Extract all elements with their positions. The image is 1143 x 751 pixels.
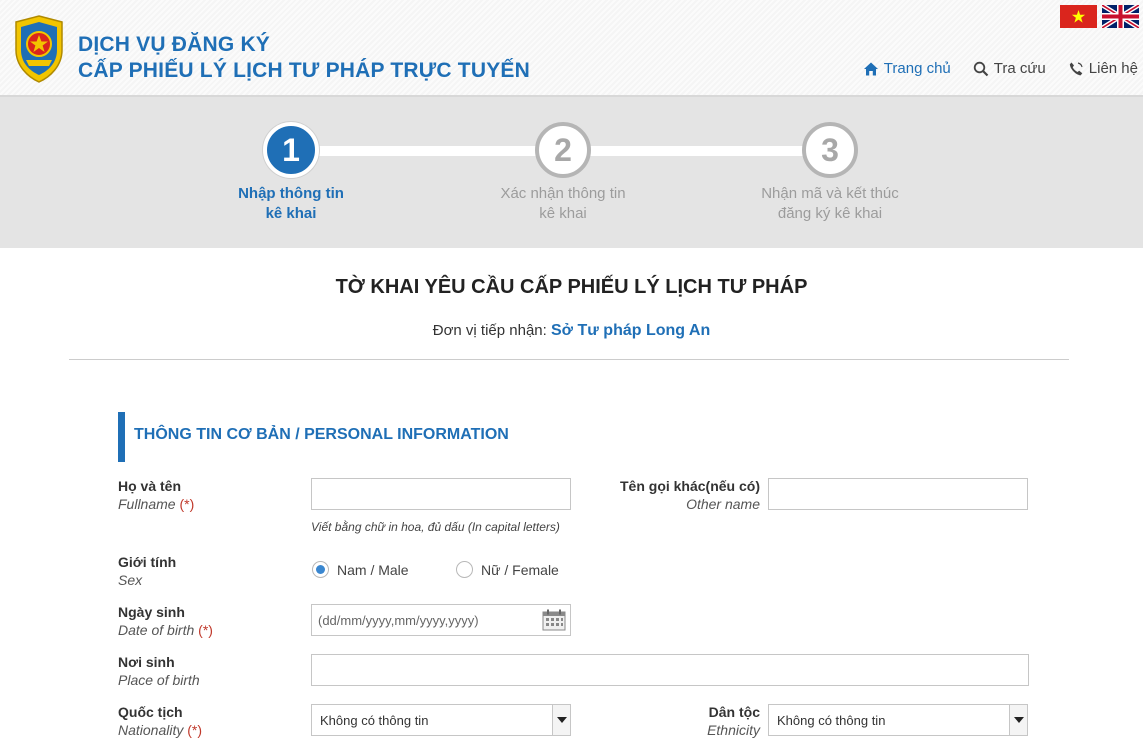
other-name-label-vi: Tên gọi khác(nếu có) <box>619 478 760 494</box>
step-1-label-line2: kê khai <box>265 205 317 222</box>
dob-label-vi: Ngày sinh <box>118 604 185 620</box>
radio-male[interactable] <box>312 561 329 578</box>
ethnicity-label: Dân tộc Ethnicity <box>707 703 760 739</box>
home-icon <box>863 62 878 75</box>
step-3-number: 3 <box>802 122 858 178</box>
dob-label-en: Date of birth (*) <box>118 621 213 639</box>
birthplace-label: Nơi sinh Place of birth <box>118 653 200 689</box>
nav-home-label: Trang chủ <box>883 60 951 77</box>
dob-placeholder: (dd/mm/yyyy,mm/yyyy,yyyy) <box>318 612 479 628</box>
nationality-label: Quốc tịch Nationality (*) <box>118 703 202 739</box>
gender-female-label: Nữ / Female <box>481 561 559 578</box>
gender-male-label: Nam / Male <box>337 561 409 578</box>
gender-label: Giới tính Sex <box>118 553 176 589</box>
fullname-label-en: Fullname (*) <box>118 495 194 513</box>
uk-flag-icon[interactable] <box>1102 5 1139 28</box>
nav-contact[interactable]: Liên hệ <box>1068 60 1138 77</box>
dropdown-arrow-icon[interactable] <box>1009 705 1027 735</box>
other-name-input[interactable] <box>768 478 1028 510</box>
site-brand[interactable]: DỊCH VỤ ĐĂNG KÝ CẤP PHIẾU LÝ LỊCH TƯ PHÁ… <box>78 32 530 84</box>
police-emblem-logo[interactable] <box>12 14 66 84</box>
gender-option-female[interactable]: Nữ / Female <box>456 561 559 578</box>
top-navigation: Trang chủ Tra cứu Liên hệ <box>863 60 1138 77</box>
ethnicity-label-en: Ethnicity <box>707 722 760 738</box>
site-header: DỊCH VỤ ĐĂNG KÝ CẤP PHIẾU LÝ LỊCH TƯ PHÁ… <box>0 0 1143 97</box>
other-name-label-en: Other name <box>686 496 760 512</box>
form-title: TỜ KHAI YÊU CẦU CẤP PHIẾU LÝ LỊCH TƯ PHÁ… <box>335 276 808 298</box>
nationality-select[interactable]: Không có thông tin <box>311 704 571 736</box>
nationality-selected: Không có thông tin <box>320 712 429 728</box>
language-switcher <box>1060 5 1139 28</box>
fullname-hint: Viết bằng chữ in hoa, đủ dấu (In capital… <box>311 520 560 534</box>
gender-option-male[interactable]: Nam / Male <box>312 561 409 578</box>
step-2-label-line2: kê khai <box>539 205 587 222</box>
step-2-label-line1: Xác nhận thông tin <box>500 185 626 202</box>
agency-name: Sở Tư pháp Long An <box>551 322 711 339</box>
step-3: 3 Nhận mã và kết thúc đăng ký kê khai <box>730 122 930 224</box>
step-1-label-line1: Nhập thông tin <box>238 185 344 202</box>
birthplace-input[interactable] <box>311 654 1029 686</box>
dob-label: Ngày sinh Date of birth (*) <box>118 603 213 639</box>
fullname-label-vi: Họ và tên <box>118 478 182 494</box>
step-1-label: Nhập thông tin kê khai <box>191 184 391 224</box>
step-1: 1 Nhập thông tin kê khai <box>191 122 391 224</box>
radio-female[interactable] <box>456 561 473 578</box>
nationality-label-en: Nationality (*) <box>118 721 202 739</box>
nav-home[interactable]: Trang chủ <box>863 60 951 77</box>
nationality-label-en-text: Nationality <box>118 722 184 738</box>
phone-icon <box>1069 61 1083 75</box>
form-divider <box>69 359 1069 360</box>
step-2-number: 2 <box>535 122 591 178</box>
step-3-label-line1: Nhận mã và kết thúc <box>761 185 899 202</box>
step-3-label: Nhận mã và kết thúc đăng ký kê khai <box>730 184 930 224</box>
progress-stepper: 1 Nhập thông tin kê khai 2 Xác nhận thôn… <box>0 97 1143 248</box>
dob-label-en-text: Date of birth <box>118 622 195 638</box>
gender-label-en: Sex <box>118 572 143 588</box>
nav-contact-label: Liên hệ <box>1088 60 1138 77</box>
step-1-number: 1 <box>263 122 319 178</box>
nav-lookup[interactable]: Tra cứu <box>973 60 1046 77</box>
required-mark: (*) <box>179 496 195 512</box>
dropdown-arrow-icon[interactable] <box>552 705 570 735</box>
agency-label: Đơn vị tiếp nhận: <box>432 322 547 339</box>
other-name-label: Tên gọi khác(nếu có) Other name <box>620 477 760 513</box>
section-title: THÔNG TIN CƠ BẢN / PERSONAL INFORMATION <box>134 426 509 443</box>
birthplace-label-vi: Nơi sinh <box>118 654 175 670</box>
step-3-label-line2: đăng ký kê khai <box>777 205 883 222</box>
fullname-label-en-text: Fullname <box>118 496 176 512</box>
calendar-icon[interactable] <box>542 609 566 631</box>
required-mark: (*) <box>198 622 213 638</box>
ethnicity-select[interactable]: Không có thông tin <box>768 704 1028 736</box>
nav-lookup-label: Tra cứu <box>993 60 1046 77</box>
receiving-agency: Đơn vị tiếp nhận: Sở Tư pháp Long An <box>0 322 1143 340</box>
search-icon <box>973 61 989 76</box>
birthplace-label-en: Place of birth <box>118 672 200 688</box>
section-accent-bar <box>118 412 125 462</box>
fullname-label: Họ và tên Fullname (*) <box>118 477 194 513</box>
brand-line-2: CẤP PHIẾU LÝ LỊCH TƯ PHÁP TRỰC TUYẾN <box>78 59 530 82</box>
step-2-label: Xác nhận thông tin kê khai <box>463 184 663 224</box>
step-2: 2 Xác nhận thông tin kê khai <box>463 122 663 224</box>
vietnam-flag-icon[interactable] <box>1060 5 1097 28</box>
brand-line-1: DỊCH VỤ ĐĂNG KÝ <box>78 33 271 56</box>
nationality-label-vi: Quốc tịch <box>118 704 183 720</box>
gender-label-vi: Giới tính <box>118 554 177 570</box>
fullname-input[interactable] <box>311 478 571 510</box>
required-mark: (*) <box>187 722 203 738</box>
ethnicity-selected: Không có thông tin <box>777 712 886 728</box>
dob-input[interactable]: (dd/mm/yyyy,mm/yyyy,yyyy) <box>311 604 571 636</box>
ethnicity-label-vi: Dân tộc <box>708 704 760 720</box>
